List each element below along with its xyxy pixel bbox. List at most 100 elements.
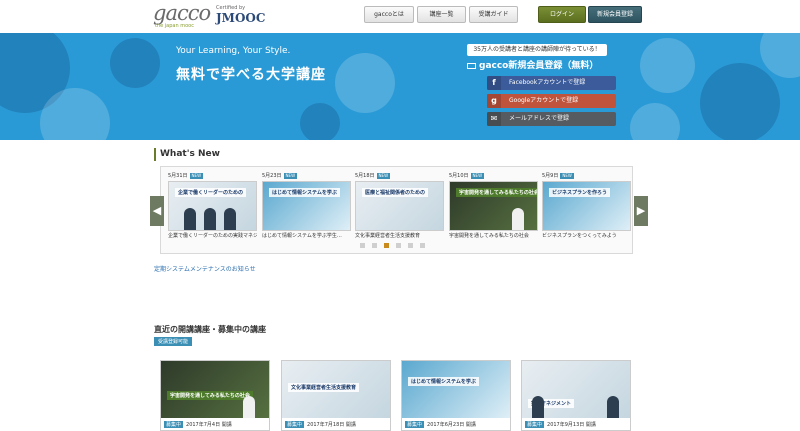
new-badge: NEW [470, 172, 485, 179]
news-date: 5月31日 NEW [168, 172, 204, 179]
course-thumb-title: 宇宙開発を通してみる私たちの社会 [167, 391, 253, 400]
nav-courses-button[interactable]: 講座一覧 [417, 6, 466, 23]
nav-about-button[interactable]: gaccoとは [364, 6, 414, 23]
email-signup-button[interactable]: ✉ メールアドレスで登録 [487, 112, 616, 126]
register-button[interactable]: 新規会員登録 [588, 6, 642, 23]
course-date: 2017年7月4日 [186, 422, 221, 428]
jmooc-certification: Certified by JMOOC [216, 5, 266, 29]
course-thumb-title: 文化事業経営者生活支援教育 [288, 383, 360, 392]
course-thumbnail: 実践マネジメント [522, 361, 630, 418]
news-caption: 宇宙開発を通してみる私たちの社会 [449, 233, 529, 239]
nav-guide-button[interactable]: 受講ガイド [469, 6, 518, 23]
hero-tagline: Your Learning, Your Style. [176, 46, 291, 56]
news-caption: はじめて情報システムを学ぶ学生… [262, 233, 342, 239]
carousel-dot[interactable] [420, 243, 425, 248]
google-signup-button[interactable]: g Googleアカウントで登録 [487, 94, 616, 108]
course-card[interactable]: 文化事業経営者生活支援教育 募集中 2017年7月18日 開講 [281, 360, 391, 431]
course-meta: 募集中 2017年7月18日 開講 [285, 421, 356, 428]
mail-icon: ✉ [487, 112, 501, 126]
courses-registration-badge: 受講登録可能 [154, 337, 193, 346]
hero-decoration [110, 38, 160, 88]
news-date: 5月23日 NEW [262, 172, 298, 179]
person-figure [532, 396, 544, 418]
carousel-dot[interactable] [360, 243, 365, 248]
new-badge: NEW [189, 172, 204, 179]
logo-subtitle: the japan mooc [155, 23, 194, 29]
course-thumbnail: 文化事業経営者生活支援教育 [282, 361, 390, 418]
news-thumbnail[interactable]: 宇宙開発を通してみる私たちの社会 [449, 181, 538, 231]
new-badge: NEW [283, 172, 298, 179]
facebook-signup-button[interactable]: f Facebookアカウントで登録 [487, 76, 616, 90]
course-meta: 募集中 2017年6月23日 開講 [405, 421, 476, 428]
course-meta: 募集中 2017年9月13日 開講 [525, 421, 596, 428]
carousel-pagination [360, 243, 432, 249]
facebook-signup-label: Facebookアカウントで登録 [509, 79, 586, 86]
new-badge: NEW [376, 172, 391, 179]
course-date: 2017年7月18日 [307, 422, 345, 428]
signup-label: gacco新規会員登録（無料） [479, 61, 599, 71]
news-item[interactable]: 5月9日 NEW ビジネスプランを作ろう ビジネスプランをつくってみよう [542, 171, 631, 241]
course-badge: 募集中 [525, 421, 545, 428]
course-status: 開講 [345, 422, 356, 428]
news-date: 5月9日 NEW [542, 172, 574, 179]
carousel-dot[interactable] [396, 243, 401, 248]
course-status: 開講 [465, 422, 476, 428]
news-thumbnail[interactable]: ビジネスプランを作ろう [542, 181, 631, 231]
google-icon: g [487, 94, 501, 108]
course-card[interactable]: はじめて情報システムを学ぶ 募集中 2017年6月23日 開講 [401, 360, 511, 431]
news-item[interactable]: 5月31日 NEW 企業で働くリーダーのための 企業で働くリーダーのための実践マネ… [168, 171, 257, 241]
person-figure [224, 208, 236, 230]
thumbnail-title: はじめて情報システムを学ぶ [269, 188, 340, 197]
thumbnail-title: 宇宙開発を通してみる私たちの社会 [456, 188, 537, 197]
course-thumbnail: はじめて情報システムを学ぶ [402, 361, 510, 418]
hero-decoration [300, 103, 340, 140]
hero-decoration [700, 63, 780, 140]
thumbnail-title: 医療と福祉関係者のための [362, 188, 429, 197]
thumbnail-title: ビジネスプランを作ろう [549, 188, 611, 197]
person-figure [512, 208, 524, 230]
carousel-dot[interactable] [408, 243, 413, 248]
news-date: 5月10日 NEW [449, 172, 485, 179]
carousel-dot[interactable] [372, 243, 377, 248]
news-date: 5月18日 NEW [355, 172, 391, 179]
google-signup-label: Googleアカウントで登録 [509, 97, 579, 104]
course-card[interactable]: 宇宙開発を通してみる私たちの社会 募集中 2017年7月4日 開講 [160, 360, 270, 431]
course-date: 2017年9月13日 [547, 422, 585, 428]
site-header: gacco the japan mooc Certified by JMOOC … [0, 0, 800, 33]
maintenance-notice-link[interactable]: 定期システムメンテナンスのお知らせ [154, 264, 256, 273]
news-thumbnail[interactable]: 企業で働くリーダーのための [168, 181, 257, 231]
course-badge: 募集中 [285, 421, 305, 428]
chevron-right-icon: ▶ [636, 204, 646, 217]
course-thumb-title: はじめて情報システムを学ぶ [408, 377, 479, 386]
member-count-notice: 35万人の受講者と講座の講師陣が待っている！ [467, 44, 607, 56]
hero-decoration [640, 38, 695, 93]
hero-title: 無料で学べる大学講座 [176, 67, 326, 83]
news-thumbnail[interactable]: 医療と福祉関係者のための [355, 181, 444, 231]
login-button[interactable]: ログイン [538, 6, 586, 23]
signup-heading: gacco新規会員登録（無料） [467, 58, 598, 71]
course-card[interactable]: 実践マネジメント 募集中 2017年9月13日 開講 [521, 360, 631, 431]
carousel-next-button[interactable]: ▶ [634, 196, 648, 226]
person-figure [607, 396, 619, 418]
jmooc-logo: JMOOC [216, 11, 266, 25]
logo-text: gacco [153, 1, 211, 25]
email-signup-label: メールアドレスで登録 [509, 115, 570, 122]
person-figure [204, 208, 216, 230]
course-thumbnail: 宇宙開発を通してみる私たちの社会 [161, 361, 269, 418]
course-badge: 募集中 [405, 421, 425, 428]
course-meta: 募集中 2017年7月4日 開講 [164, 421, 232, 428]
news-item[interactable]: 5月23日 NEW はじめて情報システムを学ぶ はじめて情報システムを学ぶ学生… [262, 171, 351, 241]
gacco-logo[interactable]: gacco the japan mooc [153, 3, 211, 30]
news-item[interactable]: 5月18日 NEW 医療と福祉関係者のための 文化事業経営者生活支援教育 [355, 171, 444, 241]
hero-decoration [335, 53, 395, 113]
courses-heading: 直近の開講講座・募集中の講座 [154, 325, 266, 334]
carousel-prev-button[interactable]: ◀ [150, 196, 164, 226]
news-item[interactable]: 5月10日 NEW 宇宙開発を通してみる私たちの社会 宇宙開発を通してみる私たちの… [449, 171, 538, 241]
news-caption: ビジネスプランをつくってみよう [542, 233, 617, 239]
news-thumbnail[interactable]: はじめて情報システムを学ぶ [262, 181, 351, 231]
carousel-dot-active[interactable] [384, 243, 389, 248]
chevron-left-icon: ◀ [152, 204, 162, 217]
course-badge: 募集中 [164, 421, 184, 428]
new-badge: NEW [560, 172, 574, 179]
hero-banner: Your Learning, Your Style. 無料で学べる大学講座 35… [0, 33, 800, 140]
